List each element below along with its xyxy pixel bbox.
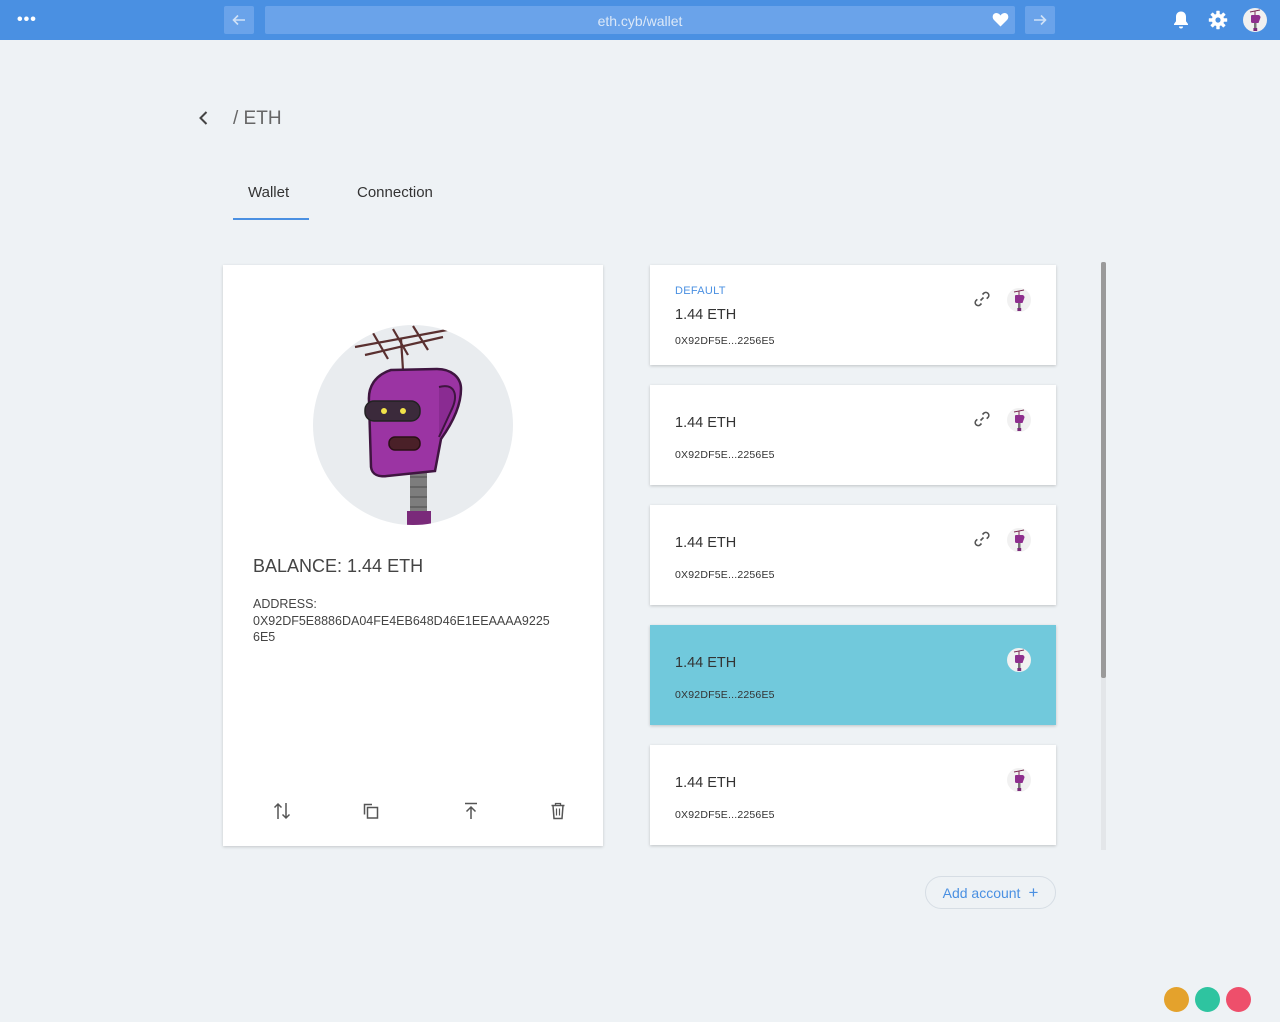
robot-avatar-icon — [1013, 289, 1025, 311]
tab-wallet[interactable]: Wallet — [248, 184, 289, 201]
link-icon[interactable] — [973, 530, 991, 548]
robot-avatar-icon — [1249, 9, 1261, 31]
forward-button[interactable] — [1025, 6, 1055, 34]
active-tab-indicator — [233, 218, 309, 220]
avatar[interactable] — [1243, 8, 1267, 32]
heart-icon[interactable] — [992, 12, 1009, 27]
account-item[interactable]: DEFAULT 1.44 ETH 0X92DF5E...2256E5 — [650, 265, 1056, 365]
trash-icon — [551, 802, 565, 820]
wallet-address-label: ADDRESS: — [253, 597, 317, 611]
arrow-left-icon — [232, 14, 245, 26]
plus-icon: + — [1028, 882, 1039, 902]
gear-icon[interactable] — [1208, 10, 1228, 30]
account-amount: 1.44 ETH — [675, 775, 737, 791]
back-button[interactable] — [224, 6, 254, 34]
transfer-button[interactable] — [271, 800, 293, 822]
robot-avatar-icon — [1013, 409, 1025, 431]
account-list-scrollbar[interactable] — [1101, 262, 1106, 850]
account-address: 0X92DF5E...2256E5 — [675, 569, 775, 581]
account-address: 0X92DF5E...2256E5 — [675, 449, 775, 461]
account-avatar — [1007, 288, 1031, 312]
menu-dots-icon[interactable]: ••• — [17, 12, 37, 28]
account-amount: 1.44 ETH — [675, 307, 737, 323]
account-avatar — [1007, 408, 1031, 432]
tab-connection[interactable]: Connection — [357, 184, 433, 201]
account-address: 0X92DF5E...2256E5 — [675, 335, 775, 347]
link-icon[interactable] — [973, 410, 991, 428]
account-item-selected[interactable]: 1.44 ETH 0X92DF5E...2256E5 — [650, 625, 1056, 725]
status-dot-yellow[interactable] — [1164, 987, 1189, 1012]
account-address: 0X92DF5E...2256E5 — [675, 809, 775, 821]
status-dot-red[interactable] — [1226, 987, 1251, 1012]
export-button[interactable] — [460, 800, 482, 822]
account-amount: 1.44 ETH — [675, 415, 737, 431]
wallet-card: BALANCE: 1.44 ETH ADDRESS: 0X92DF5E8886D… — [223, 265, 603, 846]
account-item[interactable]: 1.44 ETH 0X92DF5E...2256E5 — [650, 505, 1056, 605]
url-bar[interactable]: eth.cyb/wallet — [265, 6, 1015, 34]
default-badge: DEFAULT — [675, 285, 726, 297]
wallet-address: 0X92DF5E8886DA04FE4EB648D46E1EEAAAA92256… — [253, 614, 550, 644]
robot-avatar-icon — [354, 325, 463, 525]
account-item[interactable]: 1.44 ETH 0X92DF5E...2256E5 — [650, 385, 1056, 485]
copy-address-button[interactable] — [360, 800, 382, 822]
robot-avatar-icon — [1013, 529, 1025, 551]
account-avatar — [1007, 528, 1031, 552]
account-avatar — [1007, 768, 1031, 792]
status-dot-green[interactable] — [1195, 987, 1220, 1012]
account-amount: 1.44 ETH — [675, 535, 737, 551]
account-avatar — [1007, 648, 1031, 672]
wallet-balance: BALANCE: 1.44 ETH — [253, 556, 424, 576]
scrollbar-thumb[interactable] — [1101, 262, 1106, 678]
link-icon[interactable] — [973, 290, 991, 308]
robot-avatar-icon — [1013, 649, 1025, 671]
transfer-icon — [273, 802, 291, 820]
add-account-button[interactable]: Add account + — [925, 876, 1056, 909]
account-address: 0X92DF5E...2256E5 — [675, 689, 775, 701]
add-account-label: Add account — [942, 884, 1021, 901]
robot-avatar-icon — [1013, 769, 1025, 791]
delete-button[interactable] — [547, 800, 569, 822]
url-text[interactable]: eth.cyb/wallet — [265, 13, 1015, 29]
chevron-left-icon[interactable] — [196, 109, 212, 127]
account-amount: 1.44 ETH — [675, 655, 737, 671]
account-item[interactable]: 1.44 ETH 0X92DF5E...2256E5 — [650, 745, 1056, 845]
page-title: / ETH — [233, 108, 282, 129]
bell-icon[interactable] — [1172, 10, 1190, 30]
upload-icon — [465, 802, 477, 819]
copy-icon — [363, 803, 379, 819]
top-bar: ••• eth.cyb/wallet — [0, 0, 1280, 40]
wallet-avatar — [313, 325, 513, 525]
arrow-right-icon — [1034, 14, 1047, 26]
